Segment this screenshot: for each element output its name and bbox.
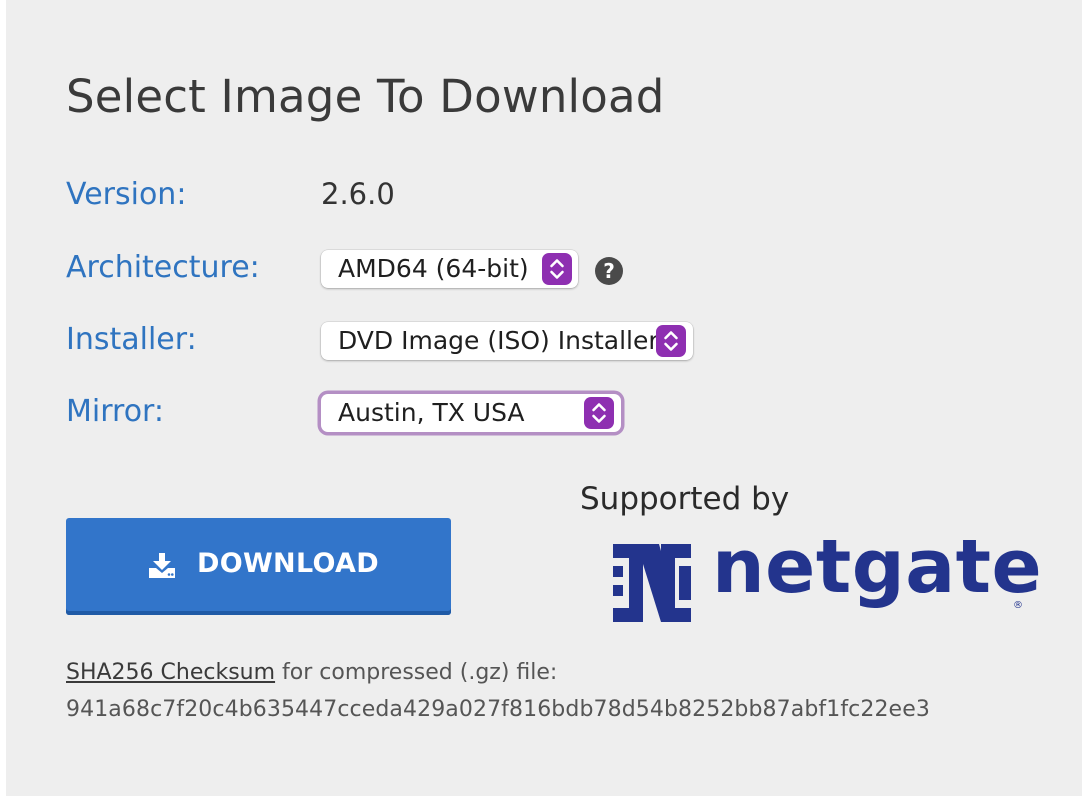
checksum-description: for compressed (.gz) file: [275,660,558,685]
mirror-select[interactable]: Austin, TX USA [321,394,621,432]
mirror-label: Mirror: [66,394,164,429]
chevron-updown-icon [656,325,686,357]
registered-mark: ® [1013,600,1023,611]
page-title: Select Image To Download [66,70,665,123]
architecture-label: Architecture: [66,250,260,285]
chevron-updown-icon [542,253,572,285]
version-value: 2.6.0 [321,177,395,211]
download-button[interactable]: DOWNLOAD [66,518,451,615]
mirror-select-value: Austin, TX USA [338,398,525,427]
architecture-select[interactable]: AMD64 (64-bit) [321,250,578,288]
chevron-updown-icon [584,397,614,429]
installer-label: Installer: [66,322,197,357]
installer-select[interactable]: DVD Image (ISO) Installer [321,322,693,360]
supported-by-text: Supported by [580,481,790,517]
checksum-hash: 941a68c7f20c4b635447cceda429a027f816bdb7… [66,697,930,722]
help-icon[interactable]: ? [595,257,623,285]
download-label: DOWNLOAD [197,548,379,579]
architecture-select-value: AMD64 (64-bit) [338,254,529,283]
download-icon [148,553,176,583]
installer-select-value: DVD Image (ISO) Installer [338,326,659,355]
netgate-logo-mark-icon [613,544,691,626]
checksum-line: SHA256 Checksum for compressed (.gz) fil… [66,660,557,685]
version-label: Version: [66,177,187,212]
sha256-checksum-link[interactable]: SHA256 Checksum [66,660,275,685]
download-panel: Select Image To Download Version: 2.6.0 … [6,0,1082,796]
netgate-logo-text: netgate [712,524,1043,610]
